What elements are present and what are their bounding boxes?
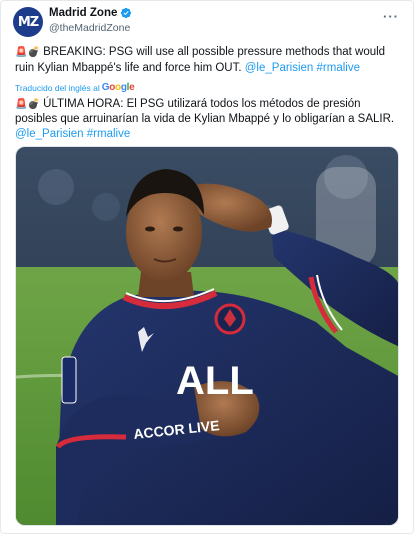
tweet-text-es-line2: posibles que arruinarían la vida de Kyli… xyxy=(15,112,405,127)
display-name-row[interactable]: Madrid Zone xyxy=(49,7,132,19)
display-name[interactable]: Madrid Zone xyxy=(49,7,117,19)
avatar[interactable]: MZ xyxy=(13,7,43,37)
bomb-icon: 💣 xyxy=(27,47,40,58)
player-photo-illustration: ALL ACCOR LIVE xyxy=(16,147,398,525)
bomb-icon: 💣 xyxy=(27,99,40,110)
translated-by[interactable]: Traducido del inglés al Google xyxy=(15,82,135,93)
jersey-sponsor: ALL xyxy=(176,359,254,403)
hashtag-link[interactable]: #rmalive xyxy=(317,62,360,74)
more-options-icon[interactable]: ··· xyxy=(383,9,399,24)
translated-label[interactable]: Traducido del inglés al xyxy=(15,83,100,93)
tweet-text-es-1: ÚLTIMA HORA: El PSG utilizará todos los … xyxy=(43,98,361,110)
author-block[interactable]: Madrid Zone @theMadridZone xyxy=(49,7,132,34)
tweet-text-en-2: ruin Kylian Mbappé's life and force him … xyxy=(15,62,242,74)
tweet-text-es-line3: @le_Parisien #rmalive xyxy=(15,127,405,142)
hashtag-link[interactable]: #rmalive xyxy=(87,128,130,140)
tweet-card[interactable]: MZ Madrid Zone @theMadridZone ··· 🚨💣 BRE… xyxy=(0,0,414,534)
tweet-text-en-1: BREAKING: PSG will use all possible pres… xyxy=(43,46,386,58)
mention-link[interactable]: @le_Parisien xyxy=(245,62,314,74)
tweet-text-es-2: posibles que arruinarían la vida de Kyli… xyxy=(15,113,395,125)
verified-badge-icon xyxy=(121,7,132,19)
siren-icon: 🚨 xyxy=(15,99,28,110)
siren-icon: 🚨 xyxy=(15,47,28,58)
avatar-monogram: MZ xyxy=(17,14,39,30)
tweet-text-es-line1: 🚨💣 ÚLTIMA HORA: El PSG utilizará todos l… xyxy=(15,97,405,112)
tweet-photo[interactable]: ALL ACCOR LIVE xyxy=(15,146,399,526)
google-logo: Google xyxy=(101,82,135,93)
tweet-text-en-line1: 🚨💣 BREAKING: PSG will use all possible p… xyxy=(15,45,405,60)
mention-link[interactable]: @le_Parisien xyxy=(15,128,84,140)
tweet-text-en-line2: ruin Kylian Mbappé's life and force him … xyxy=(15,61,405,76)
handle[interactable]: @theMadridZone xyxy=(49,22,132,34)
